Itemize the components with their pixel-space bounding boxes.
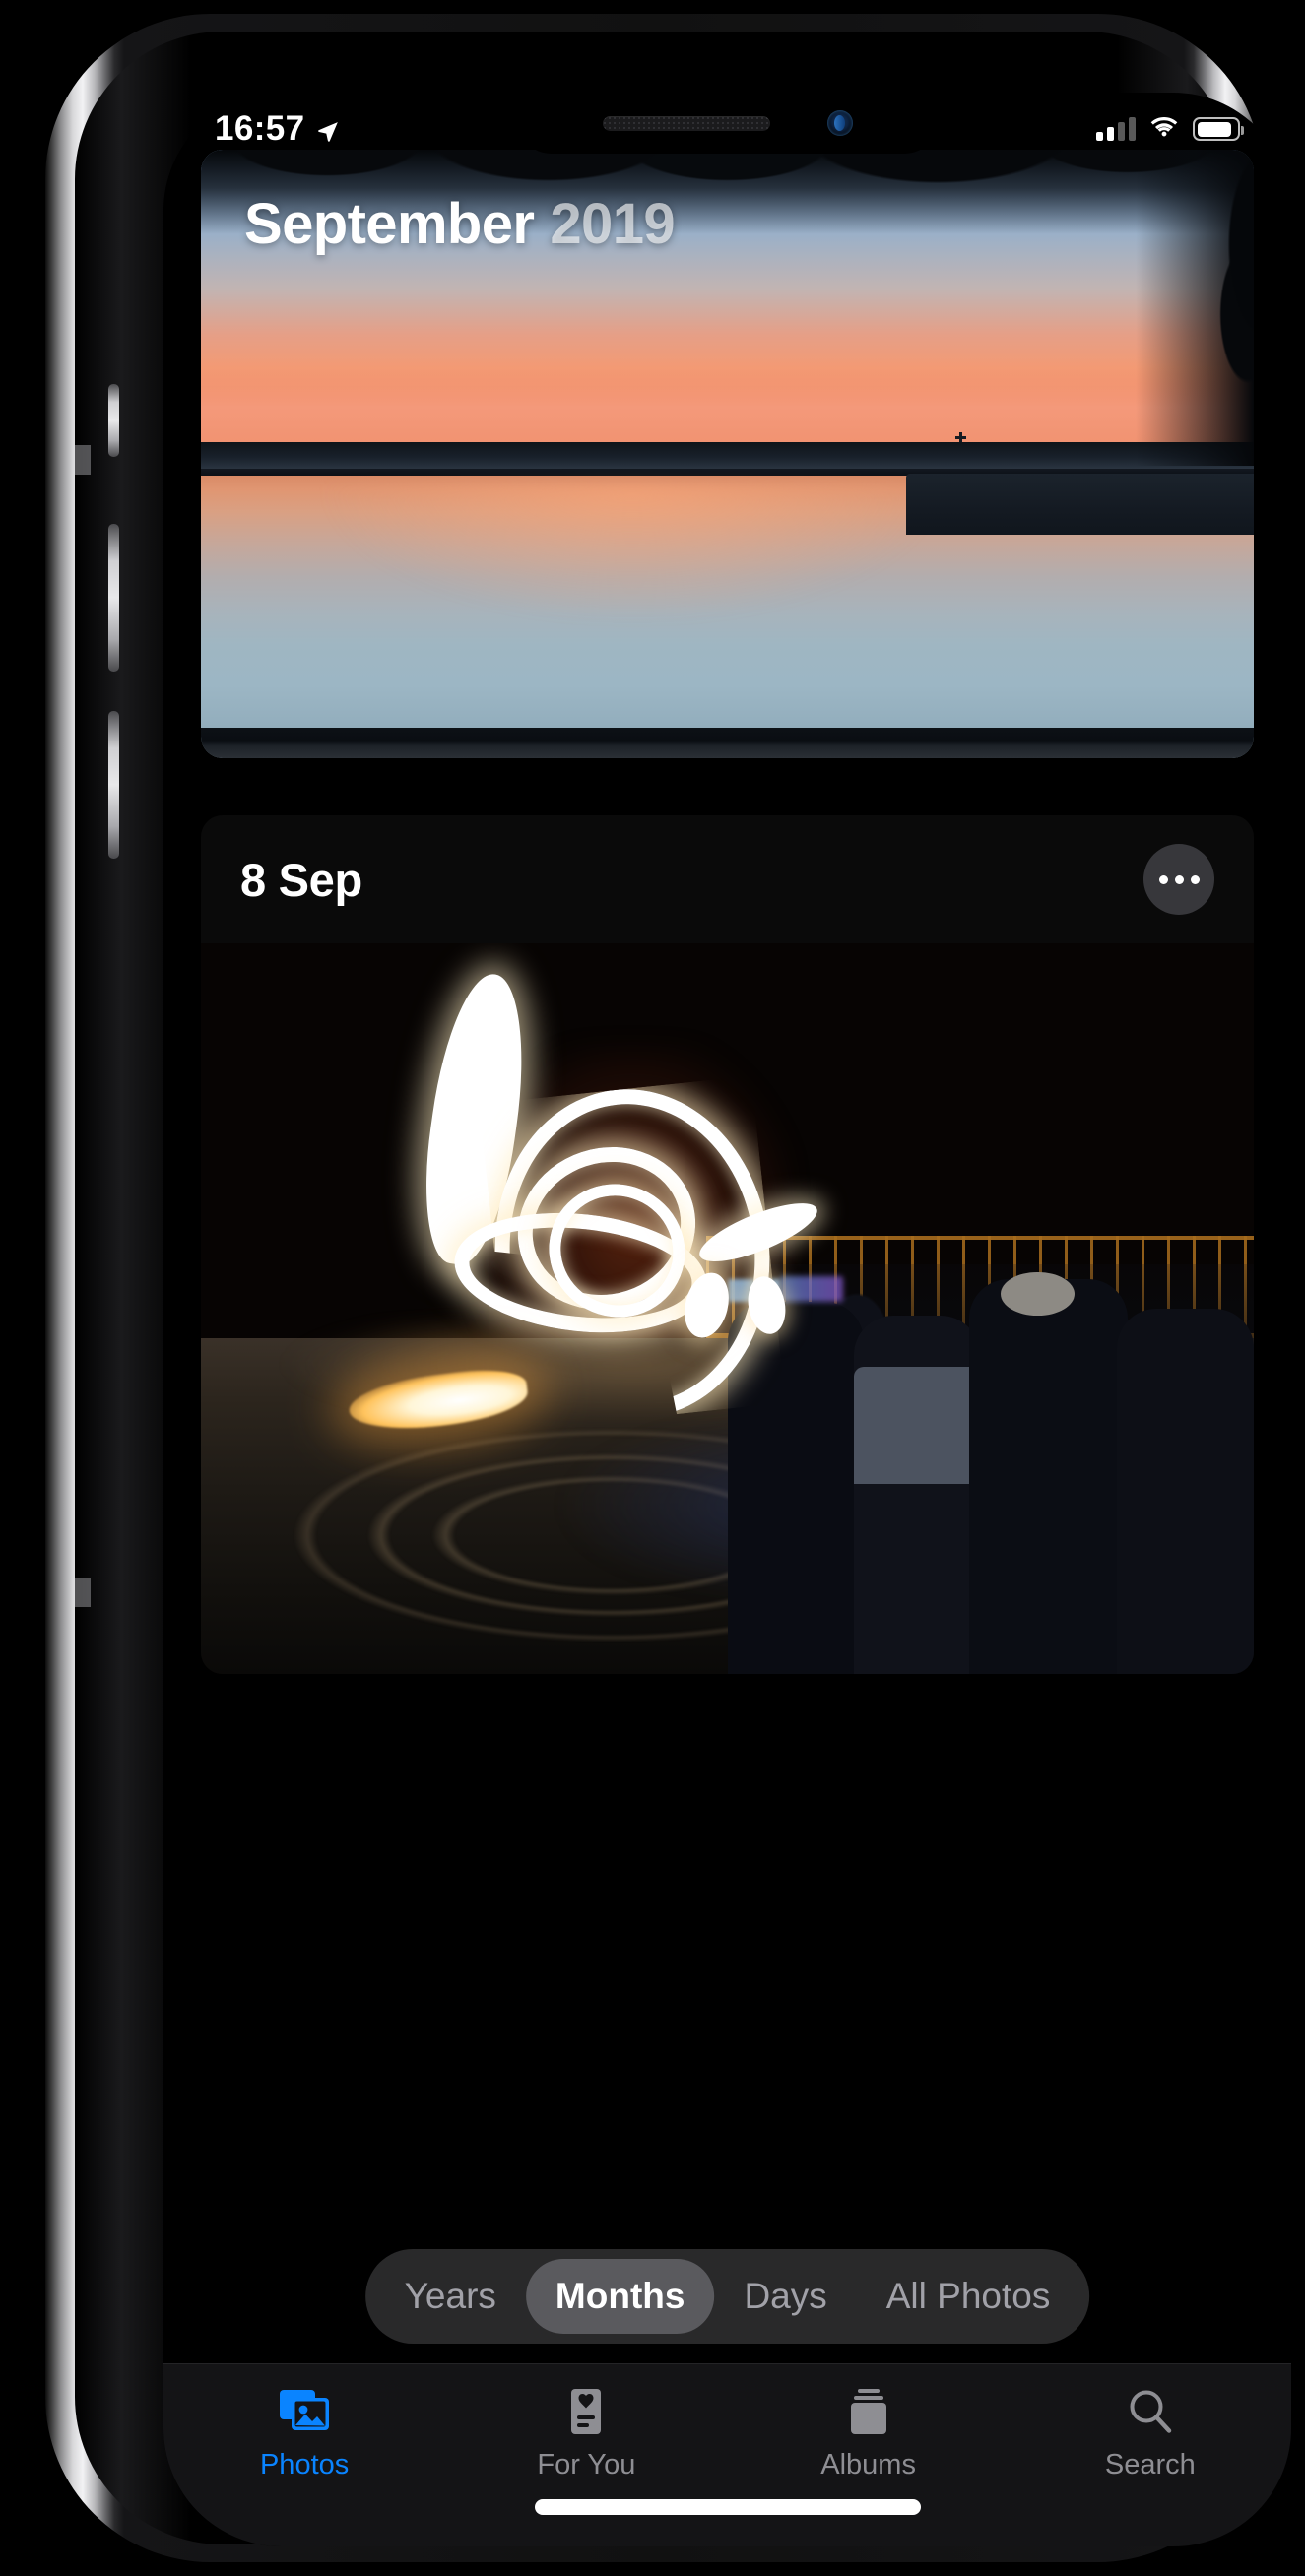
tab-search[interactable]: Search [1010, 2386, 1291, 2481]
jetty [906, 473, 1254, 535]
day-photo-card[interactable]: 8 Sep [201, 815, 1254, 1674]
cellular-signal-icon [1096, 117, 1136, 141]
home-indicator[interactable] [534, 2499, 921, 2515]
magnifying-glass-icon [1122, 2386, 1179, 2437]
tab-label-for-you: For You [537, 2449, 636, 2480]
month-name: September [244, 192, 535, 256]
water-reflection [327, 483, 939, 618]
iphone-device-frame: 16:57 September 2019 8 Sep Years Months … [45, 14, 1291, 2562]
segment-all-photos[interactable]: All Photos [857, 2259, 1080, 2334]
spectator-silhouette [1117, 1309, 1254, 1674]
earpiece-speaker-icon [602, 115, 770, 131]
month-photo-card[interactable]: September 2019 [201, 150, 1254, 758]
photos-stack-icon [276, 2386, 333, 2437]
phone-screen: 16:57 September 2019 8 Sep Years Months … [163, 93, 1291, 2546]
tab-albums[interactable]: Albums [728, 2386, 1010, 2481]
horizon-band [201, 441, 1254, 470]
spectator-phone-glow [779, 1275, 844, 1302]
battery-icon [1193, 117, 1244, 141]
status-bar-right [1096, 105, 1244, 141]
location-arrow-icon [317, 121, 338, 142]
timeline-segmented-control[interactable]: Years Months Days All Photos [364, 2249, 1090, 2344]
albums-stack-icon [840, 2386, 897, 2437]
month-title: September 2019 [244, 191, 676, 257]
device-notch [515, 93, 940, 154]
day-title: 8 Sep [240, 853, 362, 906]
status-bar-left: 16:57 [215, 97, 340, 149]
pine-branches-right [1106, 150, 1254, 467]
month-year: 2019 [550, 192, 676, 256]
screenshot-root: 16:57 September 2019 8 Sep Years Months … [0, 0, 1305, 2576]
for-you-heart-card-icon [557, 2386, 615, 2437]
fire-performance-photo [201, 943, 1254, 1674]
front-camera-icon [826, 110, 853, 136]
segment-months[interactable]: Months [525, 2259, 715, 2334]
segment-years[interactable]: Years [375, 2259, 526, 2334]
foreground-shore [201, 728, 1254, 758]
device-bezel: 16:57 September 2019 8 Sep Years Months … [75, 32, 1291, 2546]
volume-up-button[interactable] [108, 524, 119, 672]
spectator-silhouette [727, 1301, 865, 1674]
mute-switch-button[interactable] [108, 384, 119, 457]
status-bar-clock: 16:57 [215, 109, 305, 148]
spectator-shirt [853, 1367, 981, 1485]
tab-label-photos: Photos [259, 2449, 350, 2480]
tab-for-you[interactable]: For You [445, 2386, 727, 2481]
tab-label-albums: Albums [820, 2449, 916, 2480]
tab-label-search: Search [1104, 2449, 1196, 2480]
antenna-band-left-bottom [75, 1578, 91, 1607]
tab-photos[interactable]: Photos [163, 2386, 445, 2481]
volume-down-button[interactable] [108, 711, 119, 859]
tab-bar: Photos For You Albums Search [163, 2363, 1291, 2546]
wifi-icon [1150, 117, 1178, 137]
antenna-band-left-top [75, 445, 91, 475]
ellipsis-icon[interactable] [1143, 844, 1214, 915]
segment-days[interactable]: Days [714, 2259, 856, 2334]
photos-month-feed[interactable]: September 2019 8 Sep [163, 93, 1291, 2363]
day-card-header: 8 Sep [201, 815, 1254, 943]
spectator-silhouette [969, 1279, 1128, 1674]
